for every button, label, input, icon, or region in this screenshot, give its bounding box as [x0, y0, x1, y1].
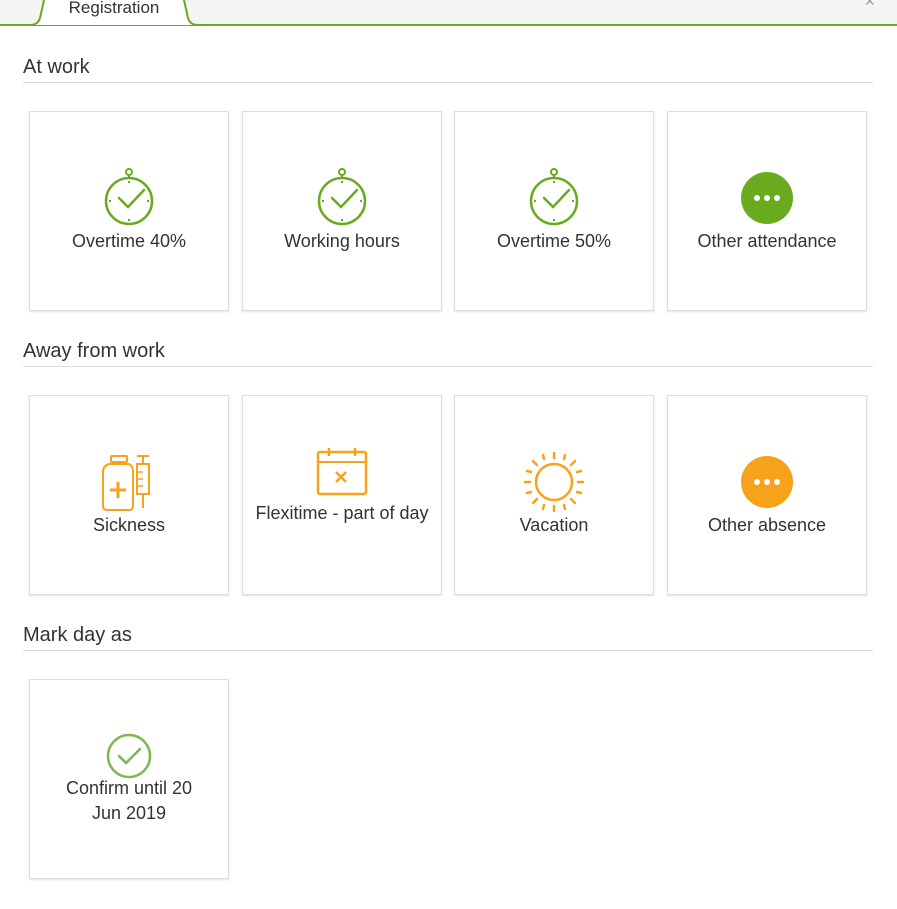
tab-label: Registration	[68, 0, 160, 17]
tile-label: Sickness	[92, 515, 166, 535]
tile-confirm-until[interactable]: Confirm until 20 Jun 2019	[29, 679, 229, 879]
tile-overtime-50[interactable]: Overtime 50%	[454, 111, 654, 311]
tile-other-attendance[interactable]: Other attendance	[667, 111, 867, 311]
tile-label: Confirm until 20 Jun 2019	[65, 778, 193, 823]
more-dots-icon	[741, 456, 793, 508]
medicine-syringe-icon	[102, 455, 150, 511]
tile-label: Other attendance	[697, 231, 837, 251]
tile-working-hours[interactable]: Working hours	[242, 111, 442, 311]
section-divider	[23, 366, 873, 367]
section-title-mark-day-as: Mark day as	[23, 624, 132, 646]
tile-flexitime[interactable]: Flexitime - part of day	[242, 395, 442, 595]
tile-overtime-40[interactable]: Overtime 40%	[29, 111, 229, 311]
tab-registration[interactable]: Registration	[30, 0, 198, 26]
tile-label: Other absence	[707, 515, 827, 535]
tile-other-absence[interactable]: Other absence	[667, 395, 867, 595]
calendar-x-icon	[316, 448, 368, 496]
tile-label: Flexitime - part of day	[255, 503, 429, 523]
stopwatch-check-icon	[317, 168, 367, 226]
stopwatch-check-icon	[104, 168, 154, 226]
section-title-at-work: At work	[23, 56, 90, 78]
check-circle-icon	[106, 733, 152, 779]
tab-bar: Registration ×	[0, 0, 897, 26]
tile-label: Overtime 40%	[71, 231, 187, 251]
tile-label: Overtime 50%	[496, 231, 612, 251]
section-divider	[23, 82, 873, 83]
tile-vacation[interactable]: Vacation	[454, 395, 654, 595]
section-title-away-from-work: Away from work	[23, 340, 165, 362]
sun-icon	[523, 451, 585, 513]
tile-sickness[interactable]: Sickness	[29, 395, 229, 595]
more-dots-icon	[741, 172, 793, 224]
close-icon[interactable]: ×	[864, 0, 875, 10]
tile-label: Working hours	[284, 231, 400, 251]
section-divider	[23, 650, 873, 651]
tile-label: Vacation	[519, 515, 589, 535]
stopwatch-check-icon	[529, 168, 579, 226]
